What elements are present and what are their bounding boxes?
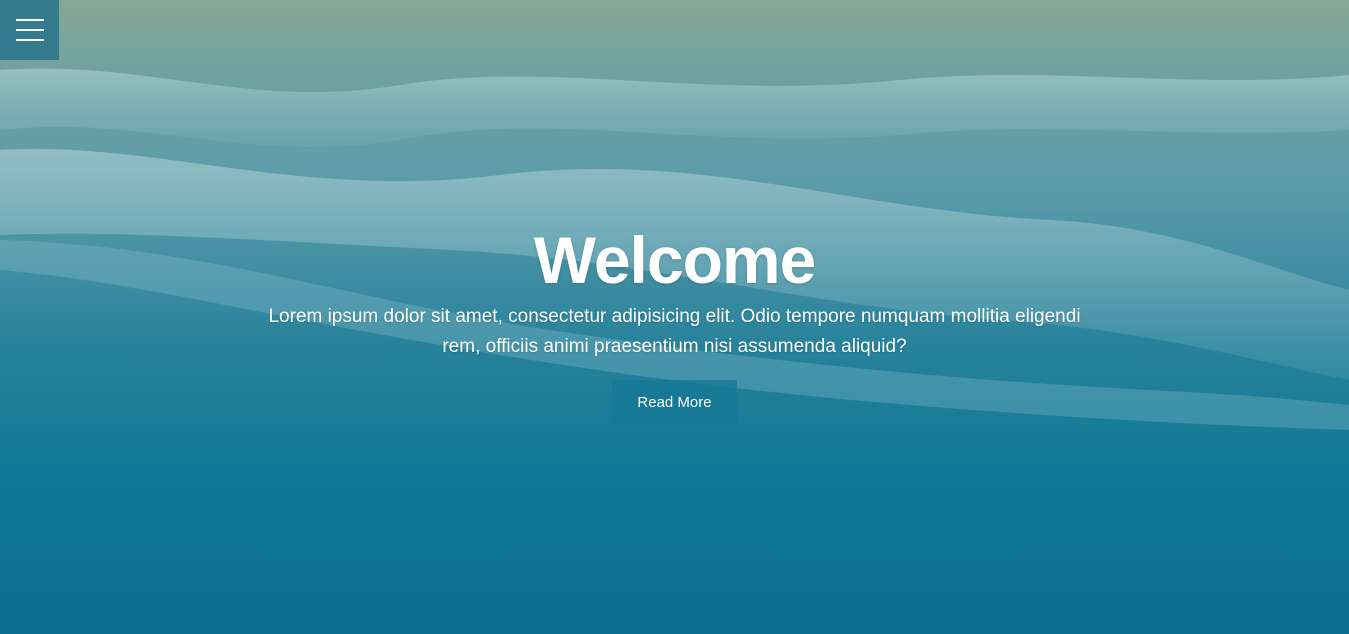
- read-more-button[interactable]: Read More: [612, 380, 737, 425]
- hero-section: Welcome Lorem ipsum dolor sit amet, cons…: [0, 0, 1349, 634]
- hero-content: Welcome Lorem ipsum dolor sit amet, cons…: [0, 222, 1349, 425]
- hamburger-menu-icon-bar: [15, 29, 44, 31]
- hero-subtitle: Lorem ipsum dolor sit amet, consectetur …: [268, 306, 1081, 357]
- menu-button[interactable]: [0, 0, 59, 60]
- hamburger-menu-icon: [15, 19, 44, 21]
- hero-title: Welcome: [533, 223, 817, 297]
- hamburger-menu-icon-bar: [15, 39, 44, 41]
